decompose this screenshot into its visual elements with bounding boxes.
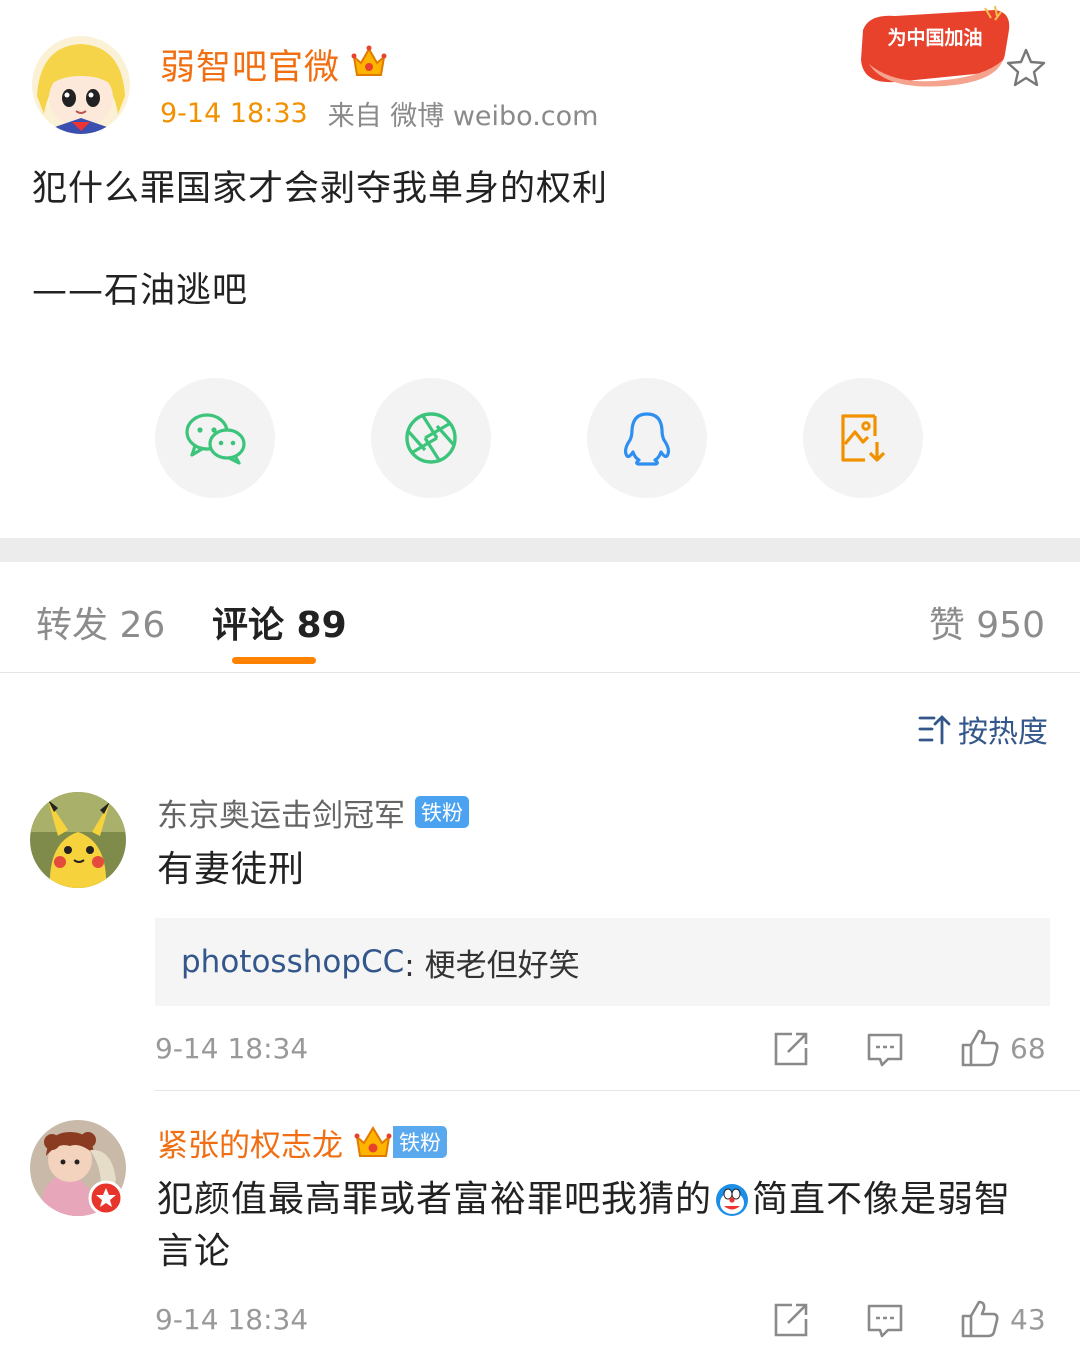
thumbs-up-icon	[961, 1300, 999, 1338]
reply-text: : 梗老但好笑	[404, 947, 580, 984]
like-count: 43	[1010, 1302, 1046, 1336]
save-image-button[interactable]	[803, 378, 923, 498]
post-source: 来自 微博 weibo.com	[327, 101, 599, 132]
share-moments-button[interactable]	[371, 378, 491, 498]
reply-username[interactable]: photosshopCC	[181, 944, 404, 980]
comment-icon	[867, 1304, 903, 1338]
comment-divider	[155, 1090, 1080, 1091]
author-row: 弱智吧官微	[160, 38, 388, 90]
active-tab-indicator	[232, 657, 316, 664]
reply-comment-button[interactable]	[866, 1303, 904, 1339]
comment-username[interactable]: 东京奥运击剑冠军	[157, 790, 405, 835]
tab-divider	[0, 672, 1080, 673]
wechat-icon	[185, 413, 246, 465]
comment-text-line1b: 简直不像是弱智	[752, 1179, 1012, 1220]
verified-badge-icon	[88, 1180, 124, 1216]
tab-comments[interactable]: 评论 89	[212, 596, 347, 648]
fan-badge-crown: 铁粉	[353, 1123, 447, 1161]
share-qq-button[interactable]	[587, 378, 707, 498]
comment-icon	[867, 1033, 903, 1067]
moments-aperture-icon	[405, 412, 457, 464]
post-meta: 9-14 18:33 来自 微博 weibo.com	[160, 94, 598, 133]
reply-comment-button[interactable]	[866, 1032, 904, 1068]
star-outline-icon[interactable]	[1004, 46, 1048, 94]
author-avatar[interactable]	[32, 36, 130, 134]
author-name[interactable]: 弱智吧官微	[160, 39, 340, 90]
doraemon-emoji-icon	[714, 1182, 750, 1218]
section-divider	[0, 538, 1080, 562]
sort-icon	[918, 715, 951, 745]
comment-text: 有妻徒刑	[157, 849, 306, 890]
comment-reply-preview[interactable]: photosshopCC : 梗老但好笑	[155, 918, 1050, 1006]
sort-label: 按热度	[958, 715, 1048, 750]
like-comment-button[interactable]: 43	[960, 1299, 1046, 1339]
share-wechat-button[interactable]	[155, 378, 275, 498]
fan-badge: 铁粉	[415, 796, 469, 828]
repost-icon	[774, 1303, 808, 1337]
sort-button[interactable]: 按热度	[918, 707, 1048, 751]
comment-time: 9-14 18:34	[155, 1032, 309, 1065]
save-image-icon	[841, 414, 886, 462]
crown-icon	[354, 1126, 392, 1157]
comment-text-line2: 言论	[157, 1231, 232, 1272]
repost-icon	[774, 1032, 808, 1066]
badge-text: 为中国加油	[887, 26, 982, 49]
like-count: 68	[1010, 1031, 1046, 1065]
comment-username[interactable]: 紧张的权志龙	[157, 1120, 343, 1165]
tab-like[interactable]: 赞 950	[929, 596, 1045, 648]
like-comment-button[interactable]: 68	[960, 1028, 1046, 1068]
fan-badge: 铁粉	[393, 1126, 447, 1158]
crown-icon	[350, 43, 388, 85]
comment-text: 犯颜值最高罪或者富裕罪吧我猜的 简直不像是弱智 言论	[157, 1174, 1047, 1278]
post-text-line1: 犯什么罪国家才会剥夺我单身的权利	[32, 169, 609, 209]
comment-user-row: 紧张的权志龙 铁粉	[157, 1120, 447, 1165]
tab-repost[interactable]: 转发 26	[36, 596, 165, 648]
china-cheer-badge: 为中国加油	[855, 4, 1015, 92]
thumbs-up-icon	[961, 1029, 999, 1067]
comment-user-row: 东京奥运击剑冠军 铁粉	[157, 790, 469, 835]
repost-comment-button[interactable]	[772, 1030, 810, 1068]
post-text-line2: ——石油逃吧	[32, 271, 249, 311]
post-time: 9-14 18:33	[160, 98, 308, 129]
qq-penguin-icon	[623, 412, 671, 466]
comment-avatar[interactable]	[30, 792, 126, 888]
repost-comment-button[interactable]	[772, 1301, 810, 1339]
comment-time: 9-14 18:34	[155, 1303, 309, 1336]
comment-text-line1: 犯颜值最高罪或者富裕罪吧我猜的	[157, 1179, 713, 1220]
